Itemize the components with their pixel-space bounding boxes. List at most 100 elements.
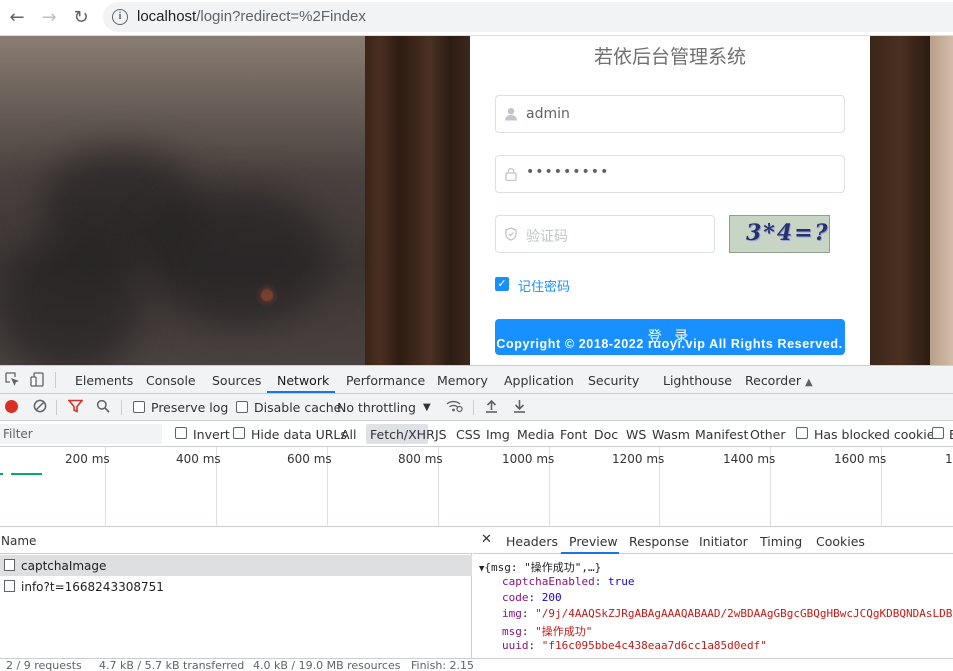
back-arrow-icon[interactable]: ← xyxy=(6,7,28,29)
request-detail: ✕ Headers Preview Response Initiator Tim… xyxy=(473,527,953,657)
tab-elements[interactable]: Elements xyxy=(75,373,133,388)
disable-cache-checkbox[interactable] xyxy=(236,401,248,413)
timeline-tick-label: 1000 ms xyxy=(502,452,555,466)
password-value: ••••••••• xyxy=(526,164,610,180)
filter-type-doc[interactable]: Doc xyxy=(594,427,618,442)
clear-icon[interactable] xyxy=(32,399,47,414)
password-field[interactable]: ••••••••• xyxy=(495,155,845,193)
timeline-tick-label: 1400 ms xyxy=(723,452,776,466)
address-bar[interactable]: i localhost/login?redirect=%2Findex xyxy=(103,2,953,32)
has-blocked-cookies-label: Has blocked cookies xyxy=(814,427,941,442)
tab-lighthouse[interactable]: Lighthouse xyxy=(663,373,732,388)
filter-type-all[interactable]: All xyxy=(341,427,357,442)
info-icon[interactable]: i xyxy=(112,9,128,25)
json-value: "f16c095bbe4c438eaa7d6cc1a85d0edf" xyxy=(541,639,767,652)
filter-type-media[interactable]: Media xyxy=(517,427,555,442)
url-text[interactable]: localhost/login?redirect=%2Findex xyxy=(137,8,366,25)
lock-icon xyxy=(504,167,518,182)
flask-icon: ▲ xyxy=(805,377,813,388)
active-detail-tab-indicator xyxy=(561,552,619,554)
reload-icon[interactable]: ↻ xyxy=(70,7,92,29)
tab-network[interactable]: Network xyxy=(277,373,329,388)
filter-type-fetch-xhr[interactable]: Fetch/XHR xyxy=(370,427,435,442)
chevron-down-icon[interactable]: ▼ xyxy=(423,402,431,413)
filter-type-css[interactable]: CSS xyxy=(456,427,481,442)
filter-type-other[interactable]: Other xyxy=(750,427,786,442)
url-path: /login?redirect=%2Findex xyxy=(196,8,366,25)
request-list-header: Name xyxy=(0,527,472,554)
network-conditions-icon[interactable] xyxy=(446,399,463,414)
hide-data-urls-label: Hide data URLs xyxy=(251,427,347,442)
record-icon[interactable] xyxy=(5,400,18,413)
request-file-icon xyxy=(4,580,15,592)
tab-preview[interactable]: Preview xyxy=(569,534,618,549)
tab-performance[interactable]: Performance xyxy=(346,373,425,388)
tab-timing[interactable]: Timing xyxy=(760,534,802,549)
tab-memory[interactable]: Memory xyxy=(437,373,488,388)
tab-cookies[interactable]: Cookies xyxy=(816,534,865,549)
network-timeline[interactable]: 200 ms 400 ms 600 ms 800 ms 1000 ms 1200… xyxy=(0,447,953,527)
timeline-request-bar xyxy=(0,473,3,475)
request-row[interactable]: info?t=1668243308751 xyxy=(0,576,472,597)
status-resources: 4.0 kB / 19.0 MB resources xyxy=(253,659,401,671)
tab-initiator[interactable]: Initiator xyxy=(699,534,748,549)
active-tab-indicator xyxy=(267,391,335,393)
blocked-requests-checkbox[interactable] xyxy=(932,427,944,439)
json-key: uuid xyxy=(502,639,529,652)
copyright-footer: Copyright © 2018-2022 ruoyi.vip All Righ… xyxy=(0,337,953,351)
login-title: 若依后台管理系统 xyxy=(593,46,746,68)
json-summary[interactable]: ▼{msg: "操作成功",…} xyxy=(479,559,601,575)
captcha-field[interactable]: 验证码 xyxy=(495,215,715,253)
timeline-tick-label: 1600 ms xyxy=(834,452,887,466)
close-icon[interactable]: ✕ xyxy=(481,532,492,547)
tab-console[interactable]: Console xyxy=(146,373,196,388)
filter-type-manifest[interactable]: Manifest xyxy=(695,427,748,442)
json-key: msg xyxy=(502,625,522,638)
tab-response[interactable]: Response xyxy=(629,534,689,549)
tab-security[interactable]: Security xyxy=(588,373,639,388)
json-key: captchaEnabled xyxy=(502,575,595,588)
forward-arrow-icon[interactable]: → xyxy=(38,7,60,29)
filter-type-js[interactable]: JS xyxy=(435,427,447,442)
download-icon[interactable] xyxy=(512,399,527,414)
separator xyxy=(56,400,57,415)
username-field[interactable]: admin xyxy=(495,95,845,133)
inspect-element-icon[interactable] xyxy=(5,372,20,387)
throttling-select[interactable]: No throttling xyxy=(337,400,416,415)
request-name: info?t=1668243308751 xyxy=(21,580,164,594)
column-name-header[interactable]: Name xyxy=(1,534,36,548)
preserve-log-checkbox[interactable] xyxy=(133,401,145,413)
captcha-image[interactable]: 3*4=? xyxy=(729,215,830,253)
filter-icon[interactable] xyxy=(67,399,84,414)
detail-tab-bar: ✕ Headers Preview Response Initiator Tim… xyxy=(473,527,953,554)
tab-sources[interactable]: Sources xyxy=(212,373,261,388)
upload-icon[interactable] xyxy=(484,399,499,414)
tab-recorder[interactable]: Recorder ▲ xyxy=(745,373,813,388)
filter-type-wasm[interactable]: Wasm xyxy=(652,427,690,442)
devtools-panel: Elements Console Sources Network Perform… xyxy=(0,365,953,671)
tab-recorder-label: Recorder xyxy=(745,373,802,388)
search-icon[interactable] xyxy=(95,399,110,414)
device-toolbar-icon[interactable] xyxy=(30,372,45,387)
request-row[interactable]: captchaImage xyxy=(0,555,472,576)
timeline-tick-label: 200 ms xyxy=(65,452,110,466)
json-field: img: "/9j/4AAQSkZJRgABAgAAAQABAAD/2wBDAA… xyxy=(502,607,953,620)
network-status-bar: 2 / 9 requests 4.7 kB / 5.7 kB transferr… xyxy=(0,658,953,671)
user-icon xyxy=(504,107,518,121)
json-field: msg: "操作成功" xyxy=(502,625,593,638)
filter-type-font[interactable]: Font xyxy=(560,427,587,442)
hide-data-urls-checkbox[interactable] xyxy=(233,427,245,439)
browser-toolbar: ← → ↻ i localhost/login?redirect=%2Finde… xyxy=(0,0,953,36)
invert-checkbox[interactable] xyxy=(175,427,187,439)
devtools-tab-bar: Elements Console Sources Network Perform… xyxy=(0,366,953,394)
tab-headers[interactable]: Headers xyxy=(506,534,558,549)
json-key: img xyxy=(502,607,522,620)
has-blocked-cookies-checkbox[interactable] xyxy=(796,427,808,439)
filter-input[interactable]: Filter xyxy=(0,424,162,444)
checkbox-checked-icon[interactable]: ✓ xyxy=(495,277,509,291)
filter-type-ws[interactable]: WS xyxy=(626,427,646,442)
status-finish: Finish: 2.15 xyxy=(411,659,475,671)
filter-type-img[interactable]: Img xyxy=(486,427,510,442)
status-requests: 2 / 9 requests xyxy=(6,659,82,671)
tab-application[interactable]: Application xyxy=(504,373,574,388)
